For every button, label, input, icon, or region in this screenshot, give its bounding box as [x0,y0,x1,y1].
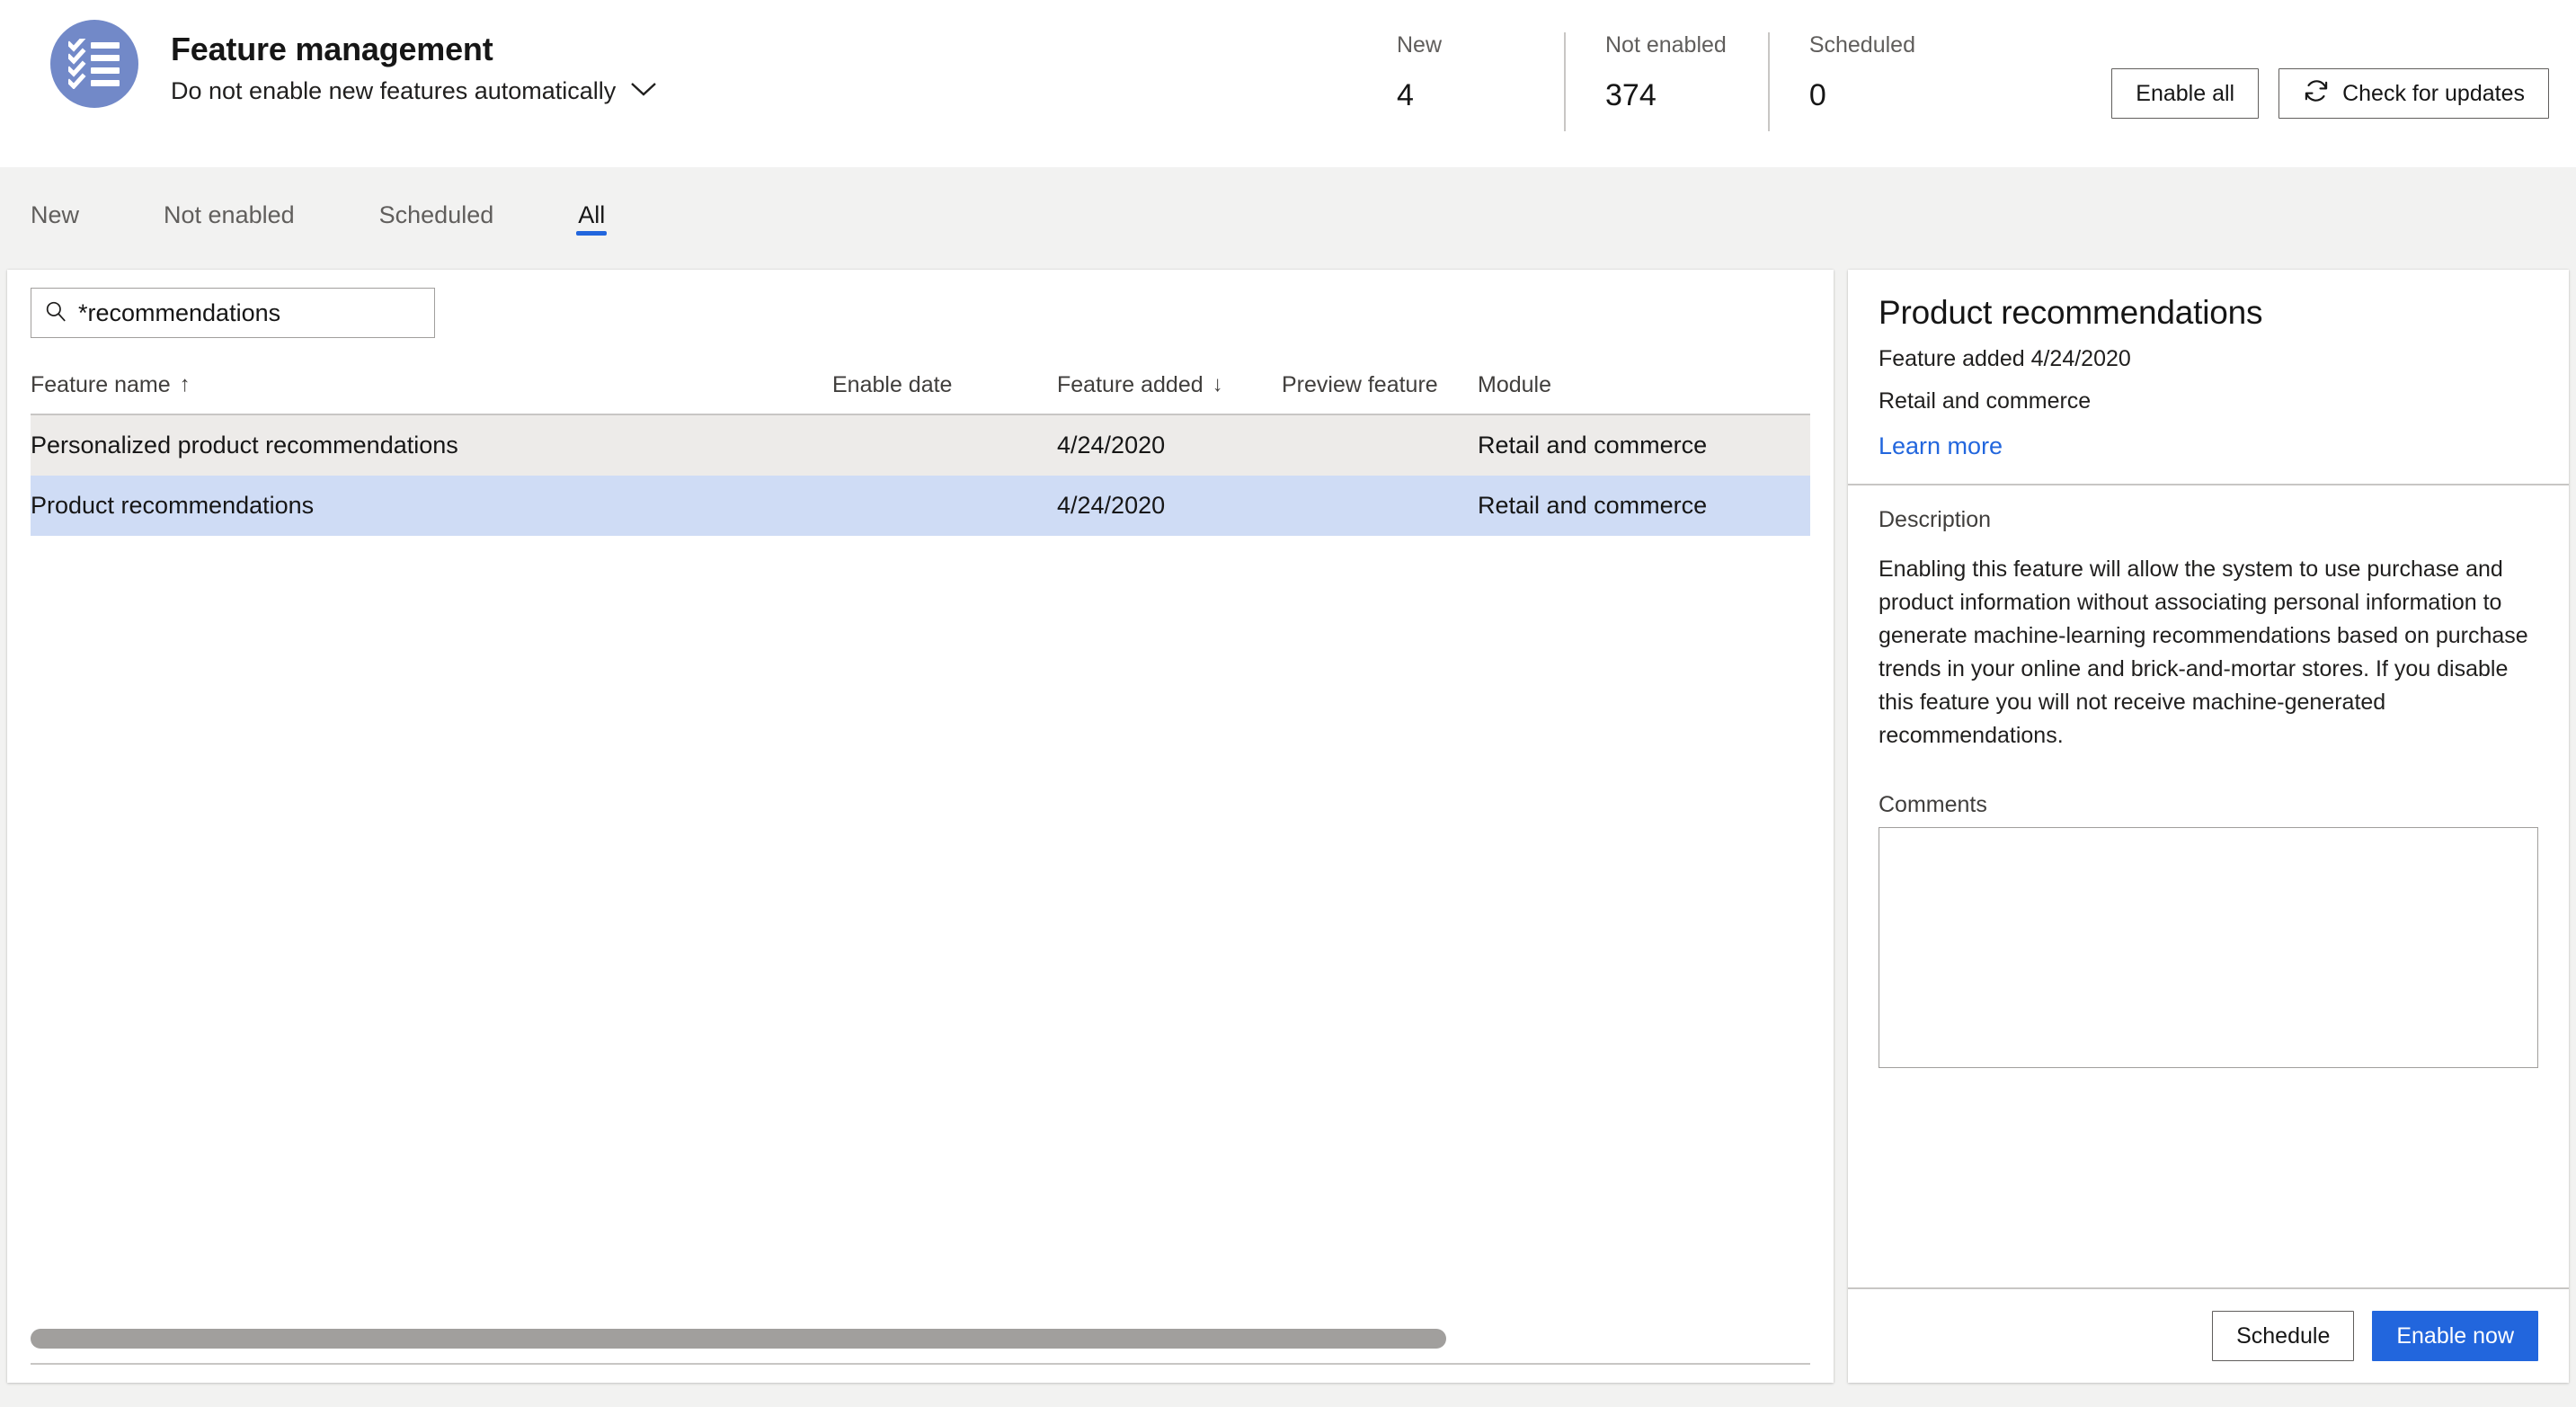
tab-new-label: New [31,200,80,228]
detail-module: Retail and commerce [1879,388,2092,414]
sort-descending-icon: ↓ [1212,372,1223,396]
column-header-module-label: Module [1478,371,1551,397]
stat-not-enabled-label: Not enabled [1605,32,1727,58]
enable-now-button[interactable]: Enable now [2372,1311,2538,1361]
horizontal-scrollbar[interactable] [31,1329,1810,1356]
tab-scheduled-label: Scheduled [378,200,494,228]
stat-new: New 4 [1397,32,1564,137]
enable-now-label: Enable now [2396,1322,2514,1349]
table-row[interactable]: Personalized product recommendations 4/2… [31,415,1810,476]
tab-scheduled[interactable]: Scheduled [367,167,507,263]
detail-added-date: Feature added 4/24/2020 [1879,345,2131,371]
tab-bar: New Not enabled Scheduled All [0,167,2576,263]
tab-all[interactable]: All [565,167,617,263]
column-header-preview-feature[interactable]: Preview feature [1282,372,1438,398]
detail-title: Product recommendations [1879,294,2263,331]
schedule-button[interactable]: Schedule [2212,1311,2355,1361]
cell-feature-name: Product recommendations [31,492,315,519]
column-header-feature-name-label: Feature name [31,371,171,397]
column-header-preview-feature-label: Preview feature [1282,371,1438,397]
search-input[interactable] [78,289,422,337]
search-box[interactable] [31,288,435,338]
cell-feature-added: 4/24/2020 [1057,432,1166,459]
app-header: Feature management Do not enable new fea… [0,0,2576,167]
enable-all-label: Enable all [2136,80,2235,106]
comments-label: Comments [1879,792,1987,818]
column-header-feature-name[interactable]: Feature name ↑ [31,372,191,398]
header-stats: New 4 Not enabled 374 Scheduled 0 [1397,32,1957,137]
sort-ascending-icon: ↑ [179,372,191,396]
table-header-row: Feature name ↑ Enable date Feature added… [31,356,1810,415]
tab-not-enabled-label: Not enabled [164,200,295,228]
column-header-enable-date-label: Enable date [832,371,953,397]
description-text: Enabling this feature will allow the sys… [1879,557,2528,749]
stat-new-label: New [1397,32,1443,58]
auto-enable-dropdown-label: Do not enable new features automatically [171,77,617,105]
table-row[interactable]: Product recommendations 4/24/2020 Retail… [31,476,1810,536]
chevron-down-icon [630,81,657,102]
tab-new[interactable]: New [18,167,92,263]
comments-input[interactable] [1879,827,2538,1069]
cell-feature-added: 4/24/2020 [1057,492,1166,519]
stat-scheduled-value: 0 [1808,78,1826,112]
check-for-updates-button[interactable]: Check for updates [2278,68,2549,119]
feature-detail-panel: Product recommendations Feature added 4/… [1848,270,2569,1383]
page-title: Feature management [171,31,493,67]
enable-all-button[interactable]: Enable all [2111,68,2260,119]
stat-scheduled: Scheduled 0 [1767,32,1957,137]
cell-module: Retail and commerce [1478,492,1708,519]
detail-body: Description Enabling this feature will a… [1848,485,2569,1287]
detail-footer: Schedule Enable now [1848,1289,2569,1383]
schedule-label: Schedule [2236,1322,2331,1349]
header-title-block: Feature management Do not enable new fea… [171,20,657,105]
detail-header: Product recommendations Feature added 4/… [1848,270,2569,484]
header-actions: Enable all Check for updates [2111,68,2549,119]
column-header-enable-date[interactable]: Enable date [832,372,952,398]
checklist-icon [50,20,138,108]
feature-list-panel: Feature name ↑ Enable date Feature added… [7,270,1834,1383]
cell-feature-name: Personalized product recommendations [31,432,458,459]
page-body: Feature name ↑ Enable date Feature added… [0,270,2576,1407]
header-identity: Feature management Do not enable new fea… [0,0,657,108]
stat-scheduled-label: Scheduled [1808,32,1915,58]
description-label: Description [1879,507,1992,533]
check-for-updates-label: Check for updates [2342,80,2525,106]
cell-module: Retail and commerce [1478,432,1708,459]
search-icon [44,299,67,327]
search-row [7,270,1834,338]
refresh-icon [2303,77,2330,111]
horizontal-scrollbar-thumb[interactable] [31,1329,1446,1349]
column-header-feature-added[interactable]: Feature added ↓ [1057,372,1223,398]
learn-more-link[interactable]: Learn more [1879,432,2003,460]
tab-not-enabled[interactable]: Not enabled [151,167,307,263]
auto-enable-dropdown[interactable]: Do not enable new features automatically [171,77,657,105]
column-header-feature-added-label: Feature added [1057,371,1204,397]
stat-not-enabled: Not enabled 374 [1564,32,1768,137]
stat-new-value: 4 [1397,78,1414,112]
table-bottom-divider [31,1363,1810,1365]
column-header-module[interactable]: Module [1478,372,1551,398]
stat-not-enabled-value: 374 [1605,78,1657,112]
tab-all-label: All [578,200,606,228]
feature-table: Feature name ↑ Enable date Feature added… [31,356,1810,536]
